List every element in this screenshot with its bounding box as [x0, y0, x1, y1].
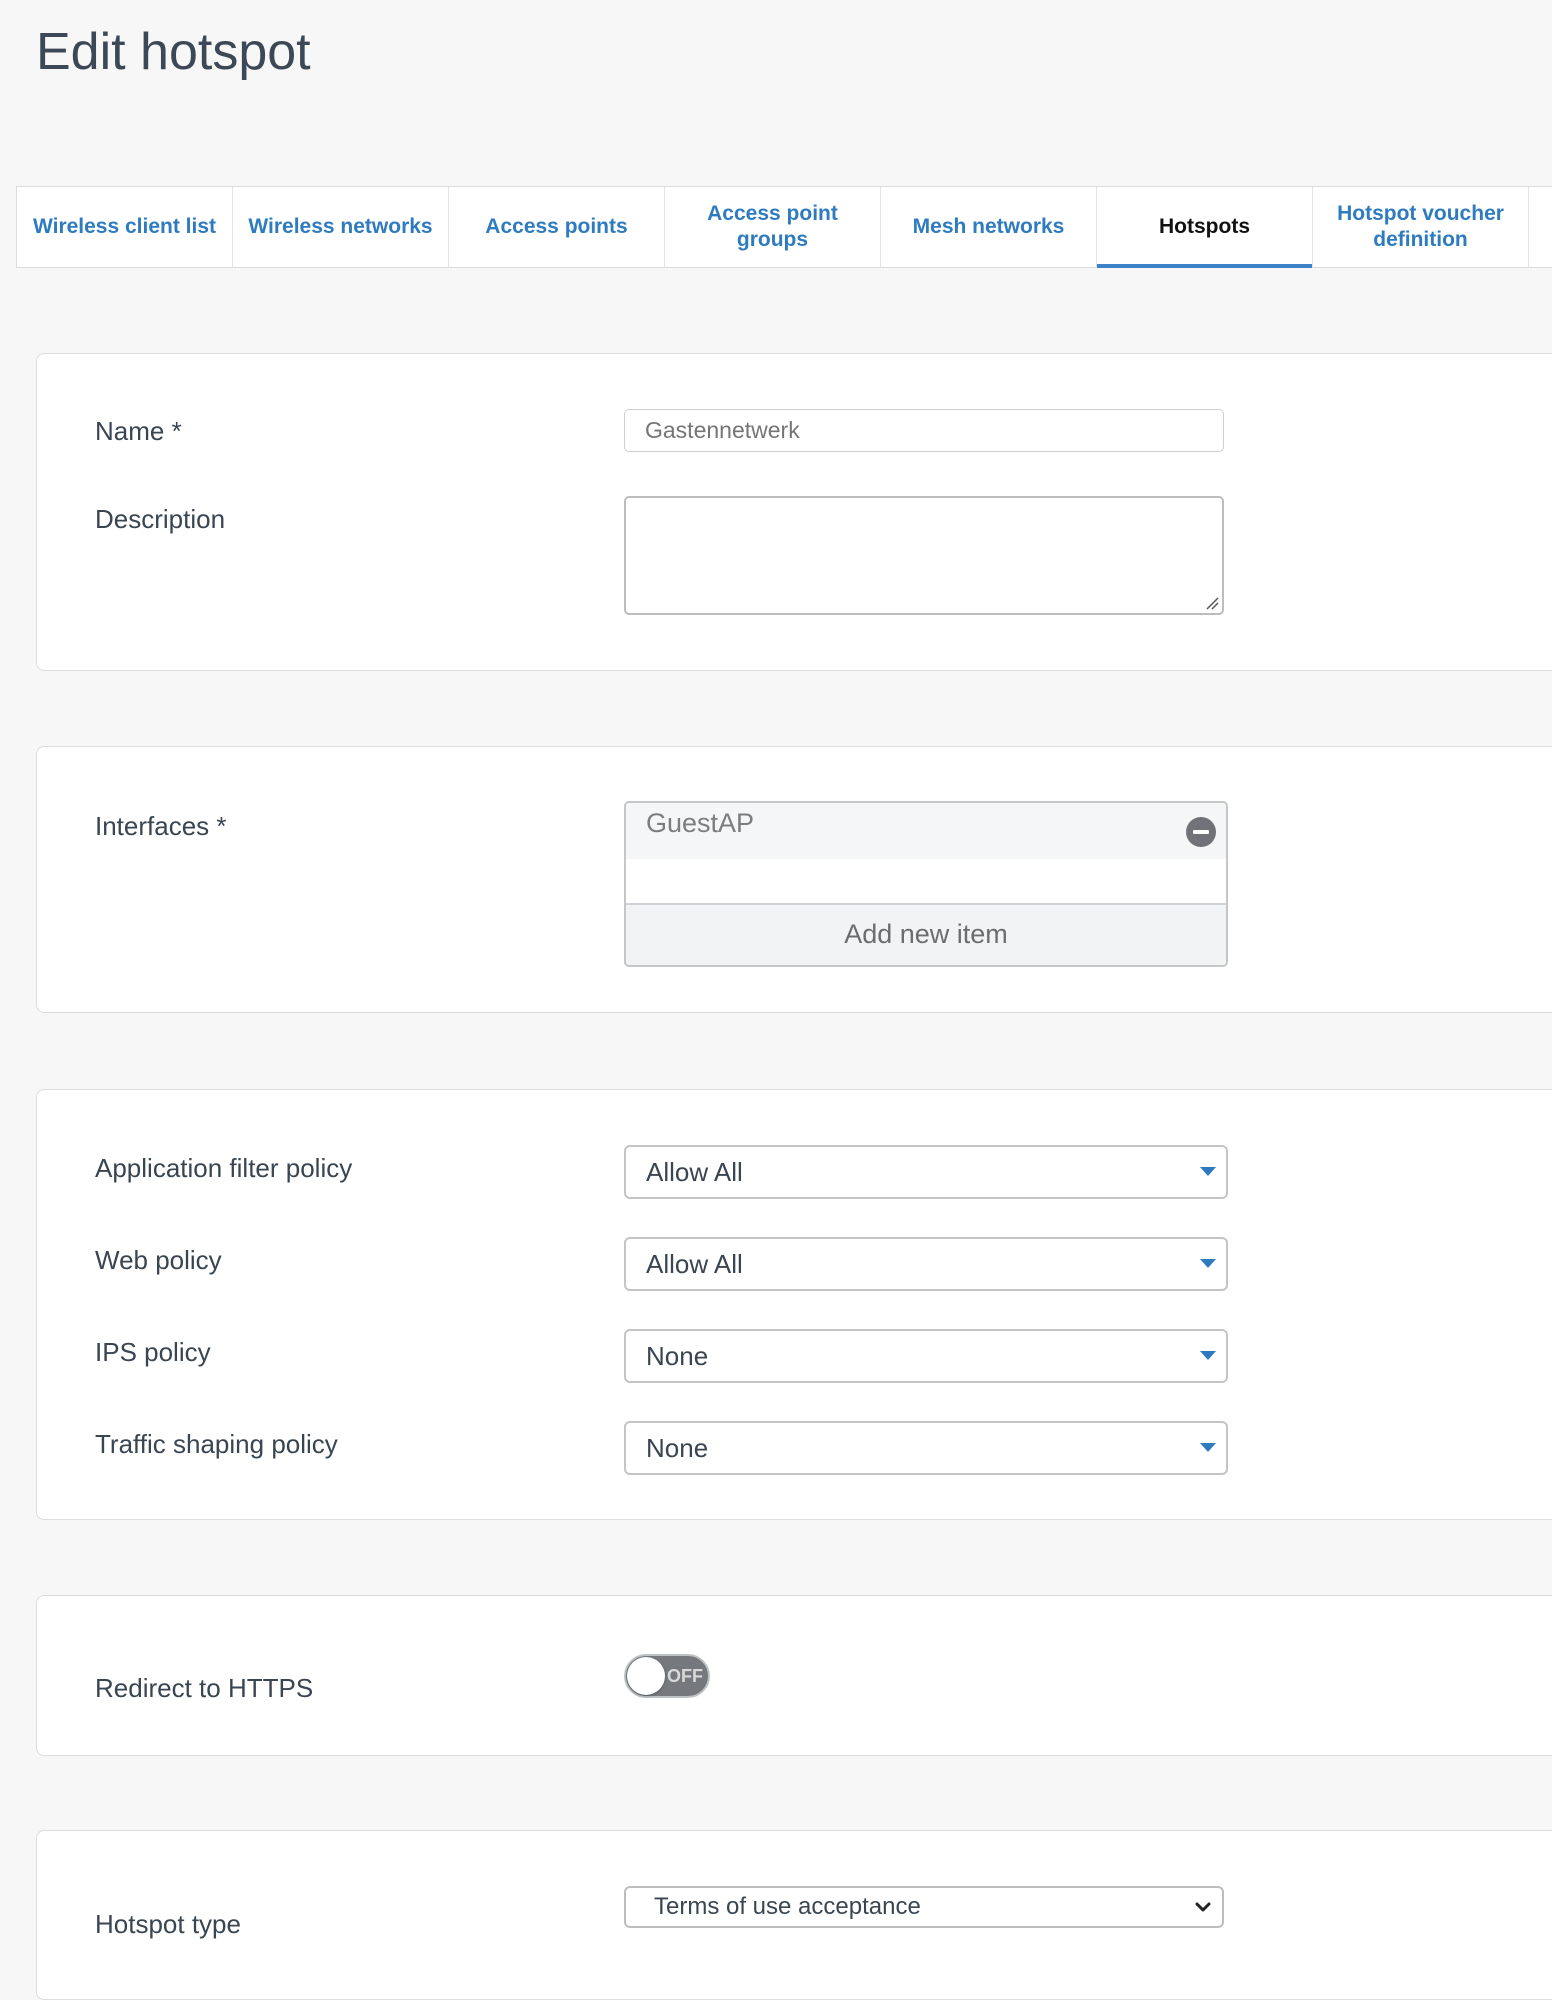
- hotspot-type-label: Hotspot type: [95, 1909, 241, 1939]
- hotspot-type-select[interactable]: Terms of use acceptance: [624, 1886, 1224, 1928]
- resize-grip-icon[interactable]: [1205, 596, 1219, 610]
- interface-item-label: GuestAP: [646, 808, 755, 838]
- app-filter-policy-value: Allow All: [646, 1157, 743, 1187]
- redirect-https-label: Redirect to HTTPS: [95, 1673, 314, 1703]
- hotspot-type-card: Hotspot type Terms of use acceptance: [36, 1830, 1552, 2000]
- https-card: Redirect to HTTPS OFF: [36, 1595, 1552, 1756]
- web-policy-select[interactable]: Allow All: [624, 1237, 1228, 1291]
- chevron-down-icon: [1195, 1902, 1211, 1912]
- tab-access-point-groups[interactable]: Access point groups: [665, 187, 881, 267]
- tab-hotspot-voucher-definition[interactable]: Hotspot voucher definition: [1313, 187, 1529, 267]
- ips-policy-select[interactable]: None: [624, 1329, 1228, 1383]
- add-new-item-button[interactable]: Add new item: [626, 903, 1226, 965]
- interfaces-card: Interfaces * GuestAP Add new item: [36, 746, 1552, 1013]
- traffic-shaping-policy-select[interactable]: None: [624, 1421, 1228, 1475]
- redirect-https-toggle[interactable]: OFF: [624, 1654, 710, 1698]
- ips-policy-value: None: [646, 1341, 709, 1371]
- toggle-knob: [627, 1657, 665, 1695]
- general-card: Name * Description: [36, 353, 1552, 671]
- interfaces-list: GuestAP Add new item: [624, 801, 1228, 967]
- description-textarea[interactable]: [624, 496, 1224, 615]
- tab-hotspots[interactable]: Hotspots: [1097, 187, 1313, 268]
- traffic-shaping-policy-label: Traffic shaping policy: [95, 1429, 338, 1459]
- app-filter-policy-select[interactable]: Allow All: [624, 1145, 1228, 1199]
- caret-down-icon: [1200, 1443, 1216, 1452]
- tab-mesh-networks[interactable]: Mesh networks: [881, 187, 1097, 267]
- tab-wireless-client-list[interactable]: Wireless client list: [17, 187, 233, 267]
- app-filter-policy-label: Application filter policy: [95, 1153, 353, 1183]
- caret-down-icon: [1200, 1259, 1216, 1268]
- tab-access-points[interactable]: Access points: [449, 187, 665, 267]
- web-policy-label: Web policy: [95, 1245, 222, 1275]
- caret-down-icon: [1200, 1351, 1216, 1360]
- remove-icon[interactable]: [1186, 817, 1216, 847]
- list-item: GuestAP: [626, 803, 1226, 859]
- interfaces-label: Interfaces *: [95, 811, 227, 841]
- toggle-state-text: OFF: [667, 1666, 703, 1686]
- caret-down-icon: [1200, 1167, 1216, 1176]
- page-title: Edit hotspot: [36, 23, 311, 81]
- hotspot-type-value: Terms of use acceptance: [654, 1893, 921, 1920]
- tab-bar: Wireless client list Wireless networks A…: [16, 186, 1552, 268]
- tab-wireless-networks[interactable]: Wireless networks: [233, 187, 449, 267]
- name-input[interactable]: [624, 409, 1224, 452]
- description-label: Description: [95, 504, 226, 534]
- ips-policy-label: IPS policy: [95, 1337, 211, 1367]
- traffic-shaping-policy-value: None: [646, 1433, 709, 1463]
- web-policy-value: Allow All: [646, 1249, 743, 1279]
- name-label: Name *: [95, 416, 182, 446]
- policies-card: Application filter policy Allow All Web …: [36, 1089, 1552, 1520]
